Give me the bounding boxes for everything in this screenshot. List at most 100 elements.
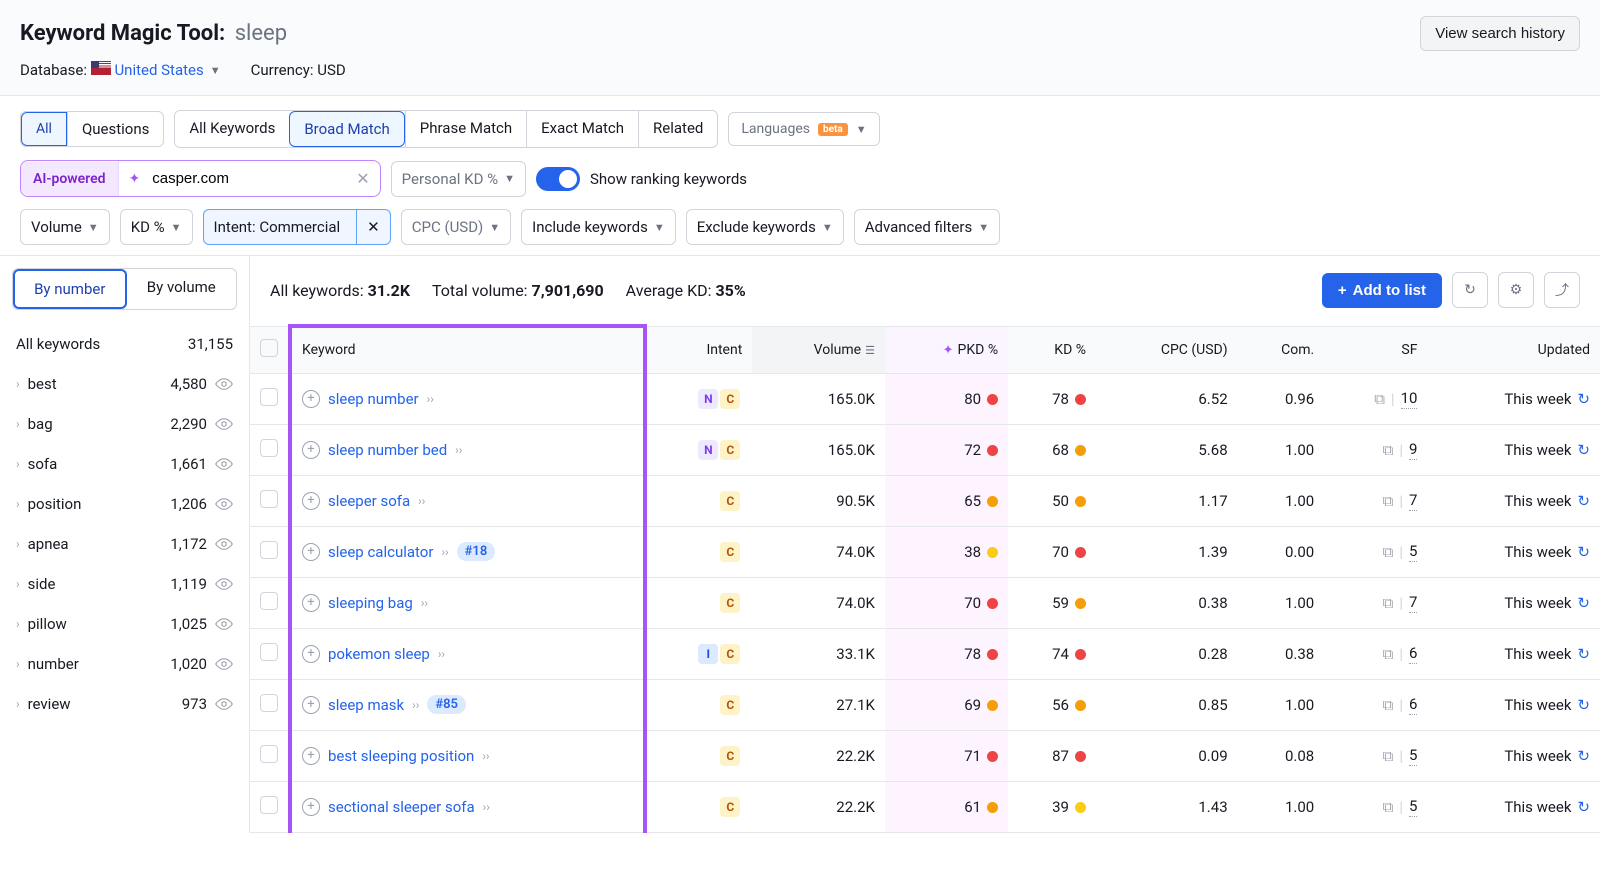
volume-filter[interactable]: Volume▼ bbox=[20, 209, 110, 245]
eye-icon[interactable] bbox=[215, 457, 233, 471]
keyword-link[interactable]: sleep number bed bbox=[328, 441, 447, 459]
expand-icon[interactable]: + bbox=[302, 798, 320, 816]
serp-icon[interactable]: ⧉ bbox=[1374, 390, 1385, 408]
sidebar-group[interactable]: ›pillow 1,025 bbox=[12, 604, 237, 644]
serp-icon[interactable]: ⧉ bbox=[1383, 441, 1394, 459]
row-checkbox[interactable] bbox=[260, 439, 278, 457]
expand-icon[interactable]: + bbox=[302, 390, 320, 408]
eye-icon[interactable] bbox=[215, 497, 233, 511]
refresh-row-icon[interactable]: ↻ bbox=[1577, 492, 1590, 510]
expand-icon[interactable]: + bbox=[302, 645, 320, 663]
keyword-link[interactable]: sleep number bbox=[328, 390, 419, 408]
filter-all[interactable]: All bbox=[21, 112, 67, 146]
intent-filter[interactable]: Intent: Commercial✕ bbox=[203, 209, 391, 245]
sidebar-tab-by-volume[interactable]: By volume bbox=[127, 269, 237, 309]
refresh-row-icon[interactable]: ↻ bbox=[1577, 543, 1590, 561]
languages-dropdown[interactable]: Languages beta ▼ bbox=[728, 112, 879, 146]
col-kd[interactable]: KD % bbox=[1008, 326, 1096, 373]
show-ranking-toggle[interactable] bbox=[536, 167, 580, 191]
sidebar-group[interactable]: ›sofa 1,661 bbox=[12, 444, 237, 484]
eye-icon[interactable] bbox=[215, 697, 233, 711]
eye-icon[interactable] bbox=[215, 617, 233, 631]
double-chevron-icon[interactable]: ›› bbox=[421, 596, 428, 610]
advanced-filters[interactable]: Advanced filters▼ bbox=[854, 209, 1000, 245]
expand-icon[interactable]: + bbox=[302, 543, 320, 561]
match-broad[interactable]: Broad Match bbox=[289, 111, 404, 147]
sidebar-group[interactable]: ›number 1,020 bbox=[12, 644, 237, 684]
row-checkbox[interactable] bbox=[260, 643, 278, 661]
serp-icon[interactable]: ⧉ bbox=[1383, 798, 1394, 816]
refresh-row-icon[interactable]: ↻ bbox=[1577, 441, 1590, 459]
row-checkbox[interactable] bbox=[260, 694, 278, 712]
serp-icon[interactable]: ⧉ bbox=[1383, 696, 1394, 714]
refresh-row-icon[interactable]: ↻ bbox=[1577, 594, 1590, 612]
keyword-link[interactable]: sectional sleeper sofa bbox=[328, 798, 475, 816]
cell-sf[interactable]: 9 bbox=[1409, 440, 1417, 460]
double-chevron-icon[interactable]: ›› bbox=[412, 698, 419, 712]
double-chevron-icon[interactable]: ›› bbox=[483, 800, 490, 814]
cell-sf[interactable]: 7 bbox=[1409, 593, 1417, 613]
serp-icon[interactable]: ⧉ bbox=[1383, 543, 1394, 561]
eye-icon[interactable] bbox=[215, 377, 233, 391]
include-keywords-filter[interactable]: Include keywords▼ bbox=[521, 209, 676, 245]
eye-icon[interactable] bbox=[215, 577, 233, 591]
keyword-link[interactable]: pokemon sleep bbox=[328, 645, 430, 663]
exclude-keywords-filter[interactable]: Exclude keywords▼ bbox=[686, 209, 844, 245]
serp-icon[interactable]: ⧉ bbox=[1383, 492, 1394, 510]
match-exact[interactable]: Exact Match bbox=[526, 111, 638, 147]
settings-button[interactable]: ⚙ bbox=[1498, 272, 1534, 308]
expand-icon[interactable]: + bbox=[302, 594, 320, 612]
row-checkbox[interactable] bbox=[260, 745, 278, 763]
col-pkd[interactable]: ✦PKD % bbox=[885, 326, 1008, 373]
keyword-link[interactable]: sleep calculator bbox=[328, 543, 433, 561]
double-chevron-icon[interactable]: ›› bbox=[455, 443, 462, 457]
match-phrase[interactable]: Phrase Match bbox=[405, 111, 526, 147]
refresh-row-icon[interactable]: ↻ bbox=[1577, 390, 1590, 408]
match-related[interactable]: Related bbox=[638, 111, 717, 147]
refresh-row-icon[interactable]: ↻ bbox=[1577, 696, 1590, 714]
cell-sf[interactable]: 5 bbox=[1409, 797, 1417, 817]
cell-sf[interactable]: 5 bbox=[1409, 542, 1417, 562]
sidebar-tab-by-number[interactable]: By number bbox=[13, 269, 127, 309]
col-sf[interactable]: SF bbox=[1324, 326, 1427, 373]
personal-kd-dropdown[interactable]: Personal KD %▼ bbox=[391, 161, 526, 197]
serp-icon[interactable]: ⧉ bbox=[1383, 645, 1394, 663]
clear-intent-icon[interactable]: ✕ bbox=[356, 210, 390, 244]
view-history-button[interactable]: View search history bbox=[1420, 16, 1580, 51]
match-all-keywords[interactable]: All Keywords bbox=[175, 111, 289, 147]
col-volume[interactable]: Volume☰ bbox=[752, 326, 885, 373]
cell-sf[interactable]: 6 bbox=[1409, 644, 1417, 664]
cell-sf[interactable]: 5 bbox=[1409, 746, 1417, 766]
refresh-row-icon[interactable]: ↻ bbox=[1577, 747, 1590, 765]
row-checkbox[interactable] bbox=[260, 796, 278, 814]
keyword-link[interactable]: sleeper sofa bbox=[328, 492, 410, 510]
sidebar-group[interactable]: ›apnea 1,172 bbox=[12, 524, 237, 564]
add-to-list-button[interactable]: +Add to list bbox=[1322, 273, 1442, 308]
col-cpc[interactable]: CPC (USD) bbox=[1096, 326, 1238, 373]
row-checkbox[interactable] bbox=[260, 388, 278, 406]
keyword-link[interactable]: sleep mask bbox=[328, 696, 404, 714]
double-chevron-icon[interactable]: ›› bbox=[418, 494, 425, 508]
database-selector[interactable]: Database: United States ▼ bbox=[20, 61, 221, 79]
expand-icon[interactable]: + bbox=[302, 441, 320, 459]
export-button[interactable]: ⤴ bbox=[1544, 272, 1580, 308]
row-checkbox[interactable] bbox=[260, 592, 278, 610]
col-keyword[interactable]: Keyword bbox=[290, 326, 645, 373]
col-com[interactable]: Com. bbox=[1238, 326, 1325, 373]
sidebar-group[interactable]: ›review 973 bbox=[12, 684, 237, 724]
sidebar-all-keywords[interactable]: All keywords 31,155 bbox=[12, 324, 237, 364]
double-chevron-icon[interactable]: ›› bbox=[427, 392, 434, 406]
kd-filter[interactable]: KD %▼ bbox=[120, 209, 193, 245]
filter-questions[interactable]: Questions bbox=[67, 112, 163, 146]
keyword-link[interactable]: best sleeping position bbox=[328, 747, 474, 765]
eye-icon[interactable] bbox=[215, 417, 233, 431]
eye-icon[interactable] bbox=[215, 537, 233, 551]
expand-icon[interactable]: + bbox=[302, 696, 320, 714]
double-chevron-icon[interactable]: ›› bbox=[438, 647, 445, 661]
col-updated[interactable]: Updated bbox=[1427, 326, 1600, 373]
sidebar-group[interactable]: ›bag 2,290 bbox=[12, 404, 237, 444]
cpc-filter[interactable]: CPC (USD)▼ bbox=[401, 209, 511, 245]
ai-domain-input[interactable] bbox=[148, 161, 348, 196]
cell-sf[interactable]: 7 bbox=[1409, 491, 1417, 511]
select-all-checkbox[interactable] bbox=[260, 339, 278, 357]
